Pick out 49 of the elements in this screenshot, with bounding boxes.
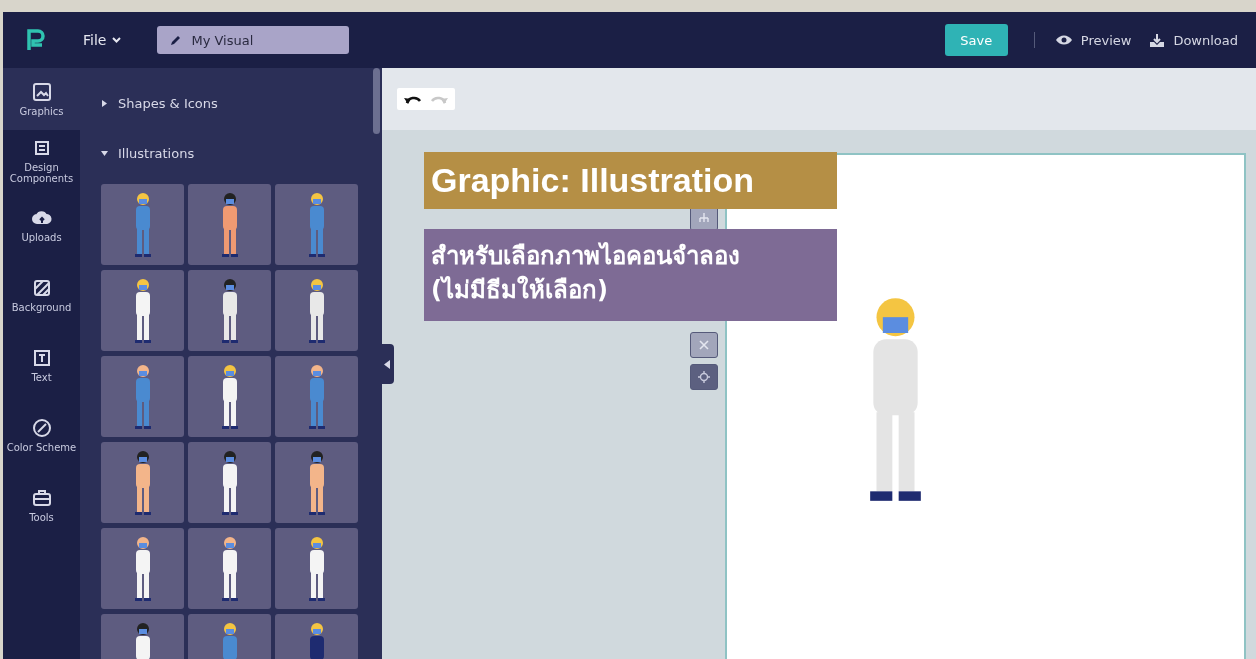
close-icon	[699, 340, 709, 350]
pencil-icon	[170, 34, 183, 46]
file-menu[interactable]: File	[83, 32, 122, 48]
download-button[interactable]: Download	[1149, 32, 1238, 48]
target-icon	[698, 371, 710, 383]
illustration-tile[interactable]	[101, 356, 184, 437]
palette-icon	[31, 418, 52, 438]
illustration-tile[interactable]	[101, 442, 184, 523]
collapse-handle[interactable]	[379, 344, 394, 384]
title-field[interactable]: My Visual	[157, 26, 350, 54]
illustration-tile[interactable]	[275, 184, 358, 265]
delete-button[interactable]	[690, 332, 718, 358]
download-icon	[1149, 32, 1166, 48]
logo-icon	[25, 28, 47, 52]
annotation-note: สำหรับเลือกภาพไอคอนจำลอง (ไม่มีธีมให้เลือก)	[424, 229, 837, 321]
hierarchy-icon	[698, 212, 710, 224]
nav-item[interactable]: Design Components	[3, 130, 80, 200]
annotation-title: Graphic: Illustration	[424, 152, 837, 209]
eye-icon	[1054, 34, 1073, 46]
focus-button[interactable]	[690, 364, 718, 390]
illustration-tile[interactable]	[275, 528, 358, 609]
image-icon	[31, 82, 52, 102]
toolbox-icon	[31, 488, 52, 508]
nav-item[interactable]: Text	[3, 340, 80, 410]
illustration-tile[interactable]	[188, 270, 271, 351]
nav-item[interactable]: Uploads	[3, 200, 80, 270]
illustration-tile[interactable]	[275, 270, 358, 351]
illustration-tile[interactable]	[188, 184, 271, 265]
section-header[interactable]: Shapes & Icons	[101, 78, 218, 128]
nav-item[interactable]: Tools	[3, 480, 80, 550]
section-header[interactable]: Illustrations	[101, 128, 195, 178]
illustration-tile[interactable]	[188, 528, 271, 609]
illustration-tile[interactable]	[275, 442, 358, 523]
scrollbar[interactable]	[373, 68, 380, 134]
illustration-tile[interactable]	[188, 442, 271, 523]
caret-icon	[112, 37, 122, 43]
illustration-tile[interactable]	[101, 184, 184, 265]
illustration-tile[interactable]	[101, 270, 184, 351]
nav-item[interactable]: Color Scheme	[3, 410, 80, 480]
illustration-tile[interactable]	[101, 528, 184, 609]
hatched-square-icon	[31, 278, 52, 298]
caret-down-icon	[101, 149, 108, 157]
preview-button[interactable]: Preview	[1054, 32, 1132, 48]
caret-right-icon	[101, 99, 108, 107]
illustration-tile[interactable]	[275, 356, 358, 437]
illustration-tile[interactable]	[188, 356, 271, 437]
text-icon	[31, 348, 52, 368]
nav-item[interactable]: Graphics	[3, 68, 80, 130]
nav-item[interactable]: Background	[3, 270, 80, 340]
